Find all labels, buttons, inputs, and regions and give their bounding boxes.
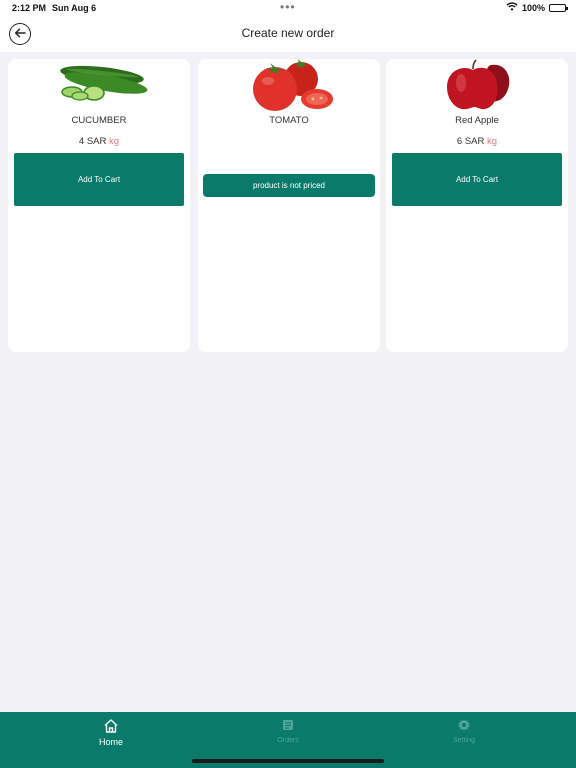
product-card-cucumber[interactable]: CUCUMBER 4 SAR kg Add To Cart <box>8 59 190 352</box>
cucumber-image <box>8 59 190 113</box>
status-indicators: 100% <box>506 2 568 13</box>
product-name: CUCUMBER <box>71 115 127 126</box>
product-grid: CUCUMBER 4 SAR kg Add To Cart TOMATO pro… <box>8 59 568 352</box>
product-card-tomato[interactable]: TOMATO product is not priced <box>198 59 380 352</box>
battery-icon <box>549 3 568 12</box>
product-name: Red Apple <box>455 115 499 126</box>
home-indicator <box>192 759 384 763</box>
add-to-cart-button[interactable]: Add To Cart <box>392 153 562 206</box>
navigation-header: Create new order <box>0 16 576 52</box>
status-bar: 2:12 PM Sun Aug 6 ••• 100% <box>0 0 576 16</box>
tomato-image <box>198 59 380 113</box>
wifi-icon <box>506 2 518 13</box>
add-to-cart-button[interactable]: Add To Cart <box>14 153 184 206</box>
bottom-tab-bar: Home Orders Setting <box>0 712 576 768</box>
home-icon <box>56 718 166 734</box>
battery-percent: 100% <box>521 2 545 13</box>
tab-orders[interactable]: Orders <box>233 718 343 758</box>
app-screen: 2:12 PM Sun Aug 6 ••• 100% Create new or… <box>0 0 576 768</box>
price-unit: kg <box>487 136 498 147</box>
product-card-red-apple[interactable]: Red Apple 6 SAR kg Add To Cart <box>386 59 568 352</box>
status-time: 2:12 PM <box>12 3 47 13</box>
page-title: Create new order <box>241 26 335 40</box>
product-name: TOMATO <box>269 115 309 126</box>
product-price: 6 SAR kg <box>386 136 568 147</box>
price-unit: kg <box>109 136 120 147</box>
tab-label: Orders <box>277 737 299 744</box>
tab-setting[interactable]: Setting <box>409 718 519 758</box>
gear-icon <box>409 718 519 734</box>
red-apple-image <box>386 59 568 113</box>
not-priced-button[interactable]: product is not priced <box>203 174 375 197</box>
product-price: 4 SAR kg <box>8 136 190 147</box>
tab-home[interactable]: Home <box>56 718 166 758</box>
tab-label: Home <box>98 737 123 747</box>
orders-icon <box>233 718 343 734</box>
status-date: Sun Aug 6 <box>52 3 97 13</box>
tab-label: Setting <box>453 737 475 744</box>
price-value: 6 SAR <box>456 136 485 147</box>
price-value: 4 SAR <box>78 136 107 147</box>
multitasking-dots[interactable]: ••• <box>280 0 296 14</box>
